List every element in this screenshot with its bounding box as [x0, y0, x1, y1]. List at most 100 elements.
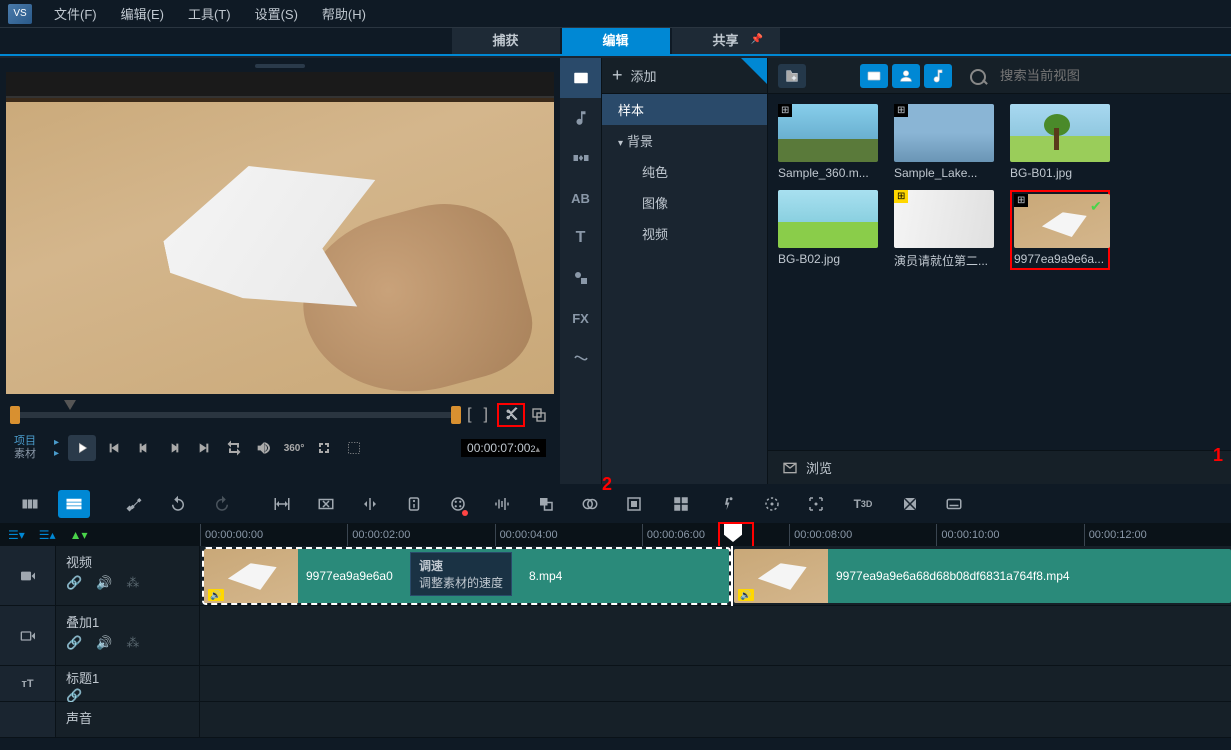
ruler-tick: 00:00:06:00 [642, 524, 789, 546]
tree-item-solid[interactable]: 纯色 [602, 156, 767, 187]
zoom-out-icon[interactable]: ☰▾ [8, 528, 25, 542]
timeline-view-button[interactable] [58, 490, 90, 518]
audio-tab-icon[interactable] [560, 98, 601, 138]
mark-out-button[interactable]: ] [478, 406, 494, 424]
motion-button[interactable] [530, 490, 562, 518]
library-item[interactable]: ⊞ Sample_Lake... [894, 104, 994, 180]
annotation-2: 2 [602, 474, 612, 495]
title-track-icon[interactable]: ᴛT [0, 666, 56, 701]
lock-toggle-icon[interactable]: ⁂ [126, 635, 139, 651]
trim-position-marker[interactable] [64, 400, 76, 410]
trim-track[interactable] [10, 412, 461, 418]
crop-button[interactable] [618, 490, 650, 518]
tab-edit[interactable]: 编辑 [562, 28, 670, 54]
marquee-button[interactable] [342, 436, 366, 460]
run-button[interactable] [712, 490, 744, 518]
go-start-button[interactable] [102, 436, 126, 460]
library-add-header[interactable]: + 添加 📌 [602, 58, 767, 94]
graphics-tab-icon[interactable] [560, 258, 601, 298]
trim-handle-right[interactable] [451, 406, 461, 424]
color-button[interactable] [442, 490, 474, 518]
tab-capture[interactable]: 捕获 [452, 28, 560, 54]
project-label[interactable]: 项目 [14, 435, 54, 448]
filter-video-button[interactable] [860, 64, 888, 88]
library-search-input[interactable] [976, 64, 1177, 88]
loop-button[interactable] [222, 436, 246, 460]
aspect-ratio-button[interactable] [310, 490, 342, 518]
mask-button[interactable]: 2 [574, 490, 606, 518]
360-button[interactable]: 360° [282, 436, 306, 460]
main-tabs: 捕获 编辑 共享 [0, 28, 1231, 56]
fit-width-button[interactable] [266, 490, 298, 518]
tree-item-video[interactable]: 视频 [602, 218, 767, 249]
tab-share[interactable]: 共享 [672, 28, 780, 54]
browse-button[interactable]: 浏览 [768, 450, 1231, 484]
media-tab-icon[interactable] [560, 58, 601, 98]
speed-button[interactable] [398, 490, 430, 518]
split-tool-button[interactable] [354, 490, 386, 518]
ruler-tick: 00:00:08:00 [789, 524, 936, 546]
overlay-track-icon[interactable] [0, 606, 56, 665]
track-motion-button[interactable] [756, 490, 788, 518]
library-item-selected[interactable]: ⊞✔ 9977ea9a9e6a... 1 [1010, 190, 1110, 270]
menu-settings[interactable]: 设置(S) [243, 4, 310, 23]
menu-file[interactable]: 文件(F) [42, 4, 109, 23]
timecode-display[interactable]: 00:00:07:002▴ [461, 439, 546, 457]
undo-button[interactable] [162, 490, 194, 518]
mute-toggle-icon[interactable]: 🔊 [96, 575, 112, 591]
prev-frame-button[interactable] [132, 436, 156, 460]
tree-item-image[interactable]: 图像 [602, 187, 767, 218]
tree-item-sample[interactable]: 样本 [602, 94, 767, 125]
next-frame-button[interactable] [162, 436, 186, 460]
link-toggle-icon[interactable]: 🔗 [66, 575, 82, 591]
fx-tab-icon[interactable]: FX [560, 298, 601, 338]
timeline-ruler[interactable]: ☰▾ ☰▴ ▲▾ 00:00:00:00 00:00:02:00 00:00:0… [0, 524, 1231, 546]
track-label: 声音 [66, 708, 189, 727]
library-item[interactable]: BG-B02.jpg [778, 190, 878, 270]
audio-track-icon[interactable] [0, 702, 56, 737]
menu-help[interactable]: 帮助(H) [310, 4, 378, 23]
titles-tab-icon[interactable]: AB [560, 178, 601, 218]
preview-video[interactable] [6, 72, 554, 394]
track-settings-icon[interactable]: ▲▾ [70, 528, 88, 542]
path-tab-icon[interactable] [560, 338, 601, 378]
transitions-tab-icon[interactable] [560, 138, 601, 178]
menu-tools[interactable]: 工具(T) [176, 4, 243, 23]
lock-toggle-icon[interactable]: ⁂ [126, 575, 139, 591]
link-toggle-icon[interactable]: 🔗 [66, 635, 82, 651]
video-clip-2[interactable]: 🔊 9977ea9a9e6a68d68b08df6831a764f8.mp4 [734, 549, 1231, 603]
import-folder-button[interactable] [778, 64, 806, 88]
storyboard-view-button[interactable] [14, 490, 46, 518]
zoom-in-icon[interactable]: ☰▴ [39, 528, 56, 542]
tree-item-background[interactable]: 背景 [602, 125, 767, 156]
library-item[interactable]: BG-B01.jpg [1010, 104, 1110, 180]
panel-handle[interactable] [255, 64, 305, 68]
trim-handle-left[interactable] [10, 406, 20, 424]
overlap-button[interactable] [528, 404, 550, 426]
video-track-icon[interactable] [0, 546, 56, 605]
tools-button[interactable] [118, 490, 150, 518]
3d-title-button[interactable]: T3D [844, 490, 882, 518]
library-item[interactable]: ⊞ 演员请就位第二... [894, 190, 994, 270]
library-item[interactable]: ⊞ Sample_360.m... [778, 104, 878, 180]
redo-button[interactable] [206, 490, 238, 518]
volume-button[interactable] [252, 436, 276, 460]
mute-toggle-icon[interactable]: 🔊 [96, 635, 112, 651]
audio-button[interactable] [486, 490, 518, 518]
play-button[interactable] [68, 435, 96, 461]
fullscreen-button[interactable] [312, 436, 336, 460]
clip-label[interactable]: 素材 [14, 448, 54, 461]
grid-button[interactable] [662, 490, 700, 518]
filter-audio-button[interactable] [924, 64, 952, 88]
filter-image-button[interactable] [892, 64, 920, 88]
text-tab-icon[interactable]: T [560, 218, 601, 258]
chroma-button[interactable] [894, 490, 926, 518]
focus-button[interactable] [800, 490, 832, 518]
split-clip-button[interactable] [497, 403, 525, 427]
mark-in-button[interactable]: [ [461, 406, 477, 424]
speed-tooltip: 调速 调整素材的速度 [410, 552, 512, 596]
go-end-button[interactable] [192, 436, 216, 460]
menu-edit[interactable]: 编辑(E) [109, 4, 176, 23]
library-sidebar: AB T FX [560, 58, 602, 484]
subtitle-button[interactable] [938, 490, 970, 518]
